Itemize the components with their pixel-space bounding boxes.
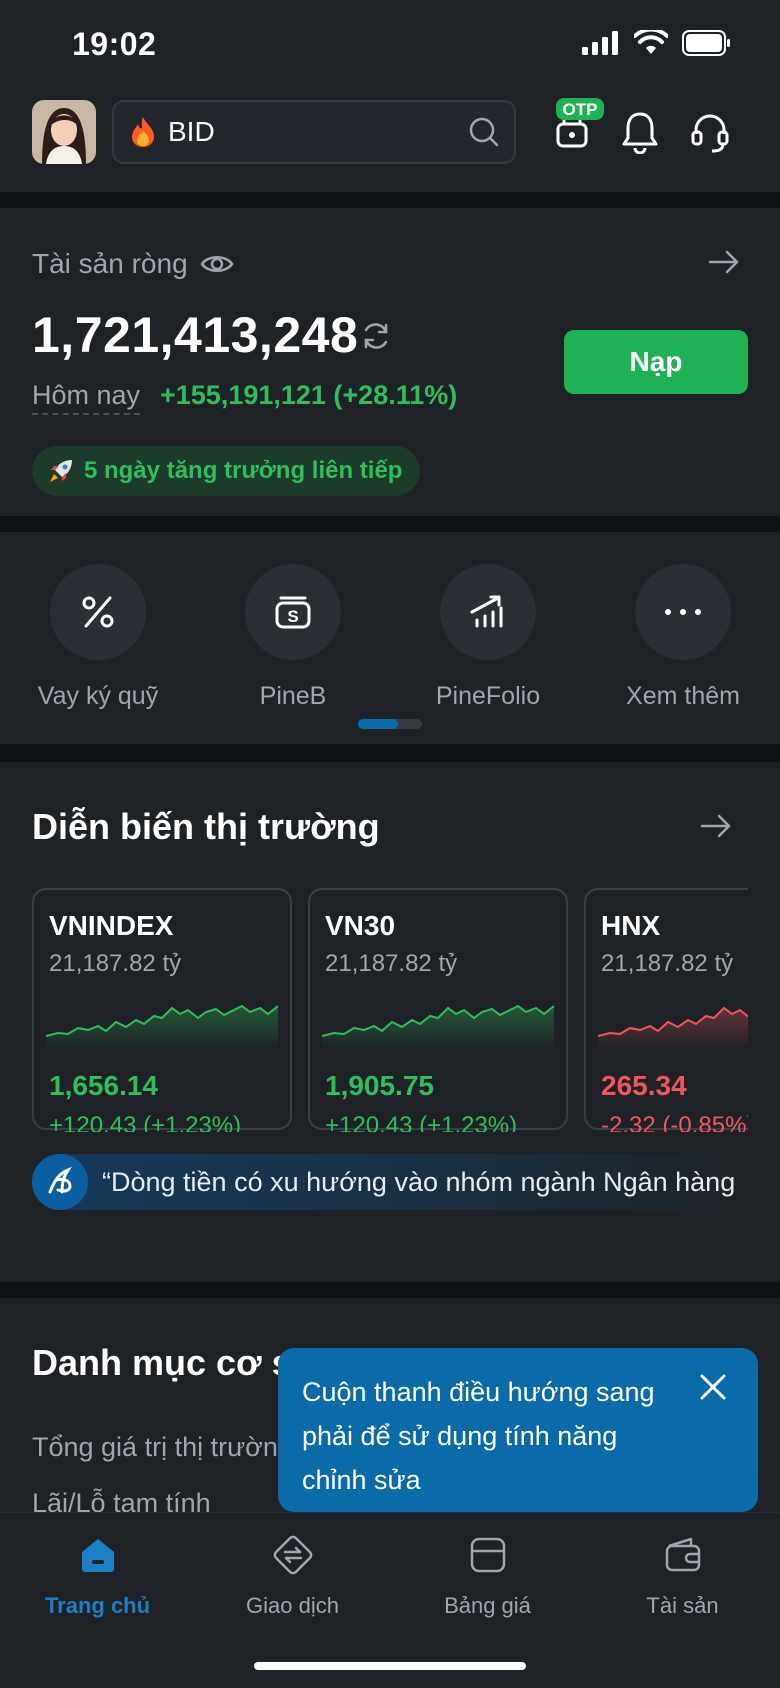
nav-label: Tài sản bbox=[646, 1593, 719, 1618]
bell-icon[interactable] bbox=[620, 110, 660, 154]
index-change: +120.43 (+1.23%) bbox=[325, 1112, 518, 1132]
sparkline bbox=[46, 1004, 278, 1050]
chart-growth-icon bbox=[470, 595, 503, 628]
fire-icon bbox=[132, 117, 154, 147]
search-value: BID bbox=[168, 116, 215, 147]
percent-icon bbox=[82, 596, 114, 628]
exchange-icon bbox=[273, 1535, 312, 1575]
pager-indicator bbox=[358, 719, 422, 729]
pineb-icon: S bbox=[275, 596, 311, 629]
portfolio-total-label: Tổng giá trị thị trường bbox=[32, 1432, 293, 1462]
separator bbox=[0, 1282, 780, 1298]
index-name: HNX bbox=[601, 910, 661, 941]
header: BID OTP bbox=[0, 90, 780, 192]
svg-text:S: S bbox=[287, 607, 298, 626]
avatar[interactable] bbox=[32, 100, 96, 164]
cellular-signal-icon bbox=[582, 31, 618, 55]
index-price: 1,905.75 bbox=[325, 1070, 434, 1101]
streak-text: 5 ngày tăng trưởng liên tiếp bbox=[84, 457, 403, 484]
more-icon bbox=[665, 609, 701, 615]
svg-text:OTP: OTP bbox=[563, 100, 598, 119]
net-assets-label-row: Tài sản ròng bbox=[32, 248, 234, 280]
net-assets-section: Tài sản ròng 1,721,413,248 Hôm nay +155,… bbox=[0, 208, 780, 516]
pinetree-logo-icon bbox=[32, 1154, 88, 1210]
otp-lock-icon[interactable]: OTP bbox=[548, 96, 606, 150]
sparkline bbox=[598, 1006, 748, 1050]
arrow-right-icon[interactable] bbox=[708, 248, 740, 276]
battery-icon bbox=[682, 30, 730, 56]
arrow-right-icon[interactable] bbox=[700, 812, 732, 840]
market-section: Diễn biến thị trường VNINDEX 21,187.82 t… bbox=[0, 762, 780, 1282]
tooltip-text: Cuộn thanh điều hướng sang phải để sử dụ… bbox=[302, 1377, 655, 1495]
home-icon bbox=[81, 1539, 114, 1572]
status-bar: 19:02 bbox=[0, 0, 780, 90]
home-indicator[interactable] bbox=[254, 1662, 526, 1670]
index-price: 265.34 bbox=[601, 1070, 687, 1101]
shortcut-margin-loan[interactable]: Vay ký quỹ bbox=[8, 564, 188, 711]
nav-trade[interactable]: Giao dịch bbox=[195, 1531, 390, 1619]
separator bbox=[0, 744, 780, 762]
news-ticker[interactable]: “Dòng tiền có xu hướng vào nhóm ngành Ng… bbox=[32, 1154, 748, 1210]
index-cards: VNINDEX 21,187.82 tỷ 1,656.14 +120.43 (+… bbox=[32, 888, 748, 1132]
index-volume: 21,187.82 tỷ bbox=[601, 950, 734, 977]
index-price: 1,656.14 bbox=[49, 1070, 158, 1101]
search-icon[interactable] bbox=[468, 116, 500, 148]
support-headset-icon[interactable] bbox=[690, 110, 730, 154]
wallet-icon bbox=[665, 1537, 700, 1572]
nav-assets[interactable]: Tài sản bbox=[585, 1531, 780, 1619]
price-board-icon bbox=[470, 1537, 505, 1573]
shortcut-more[interactable]: Xem thêm bbox=[593, 564, 773, 711]
shortcuts-section: Vay ký quỹ S PineB PineFolio Xem thêm bbox=[0, 532, 780, 744]
nav-label: Bảng giá bbox=[444, 1593, 531, 1618]
shortcut-label: Xem thêm bbox=[626, 682, 740, 710]
separator bbox=[0, 192, 780, 208]
nav-home[interactable]: Trang chủ bbox=[0, 1531, 195, 1619]
sparkline bbox=[322, 1004, 554, 1050]
index-change: +120.43 (+1.23%) bbox=[49, 1112, 242, 1132]
index-volume: 21,187.82 tỷ bbox=[325, 950, 458, 977]
net-assets-label: Tài sản ròng bbox=[32, 248, 188, 279]
nav-label: Trang chủ bbox=[44, 1593, 151, 1618]
index-card-vn30[interactable]: VN30 21,187.82 tỷ 1,905.75 +120.43 (+1.2… bbox=[308, 888, 568, 1132]
index-card-hnx[interactable]: HNX 21,187.82 tỷ 265.34 -2.32 (-0.85%) bbox=[584, 888, 748, 1132]
search-box[interactable]: BID bbox=[112, 100, 516, 164]
shortcut-pinefolio[interactable]: PineFolio bbox=[398, 564, 578, 711]
net-assets-value: 1,721,413,248 bbox=[32, 307, 359, 363]
shortcut-label: Vay ký quỹ bbox=[37, 682, 159, 710]
streak-badge[interactable]: 5 ngày tăng trưởng liên tiếp bbox=[32, 446, 421, 496]
status-icons bbox=[582, 30, 732, 56]
shortcut-pineb[interactable]: S PineB bbox=[203, 564, 383, 711]
index-name: VN30 bbox=[325, 910, 396, 941]
market-title: Diễn biến thị trường bbox=[32, 806, 380, 847]
nav-label: Giao dịch bbox=[246, 1593, 339, 1618]
shortcut-label: PineB bbox=[259, 682, 327, 710]
close-icon[interactable] bbox=[698, 1372, 728, 1402]
wifi-icon bbox=[634, 30, 668, 54]
status-time: 19:02 bbox=[72, 26, 157, 62]
index-change: -2.32 (-0.85%) bbox=[601, 1112, 748, 1132]
separator bbox=[0, 516, 780, 532]
navigation-tooltip: Cuộn thanh điều hướng sang phải để sử dụ… bbox=[278, 1348, 758, 1526]
avatar-image bbox=[32, 100, 96, 164]
today-label[interactable]: Hôm nay bbox=[32, 380, 141, 415]
deposit-button[interactable]: Nạp bbox=[564, 330, 748, 394]
shortcut-label: PineFolio bbox=[435, 682, 541, 710]
index-name: VNINDEX bbox=[49, 910, 174, 941]
portfolio-title: Danh mục cơ sở bbox=[32, 1342, 318, 1383]
rocket-icon bbox=[50, 460, 72, 482]
refresh-icon[interactable] bbox=[360, 320, 392, 352]
index-volume: 21,187.82 tỷ bbox=[49, 950, 182, 977]
nav-price-board[interactable]: Bảng giá bbox=[390, 1531, 585, 1619]
index-card-vnindex[interactable]: VNINDEX 21,187.82 tỷ 1,656.14 +120.43 (+… bbox=[32, 888, 292, 1132]
eye-icon[interactable] bbox=[200, 252, 234, 276]
today-change: +155,191,121 (+28.11%) bbox=[160, 380, 458, 410]
news-text: “Dòng tiền có xu hướng vào nhóm ngành Ng… bbox=[102, 1166, 736, 1197]
